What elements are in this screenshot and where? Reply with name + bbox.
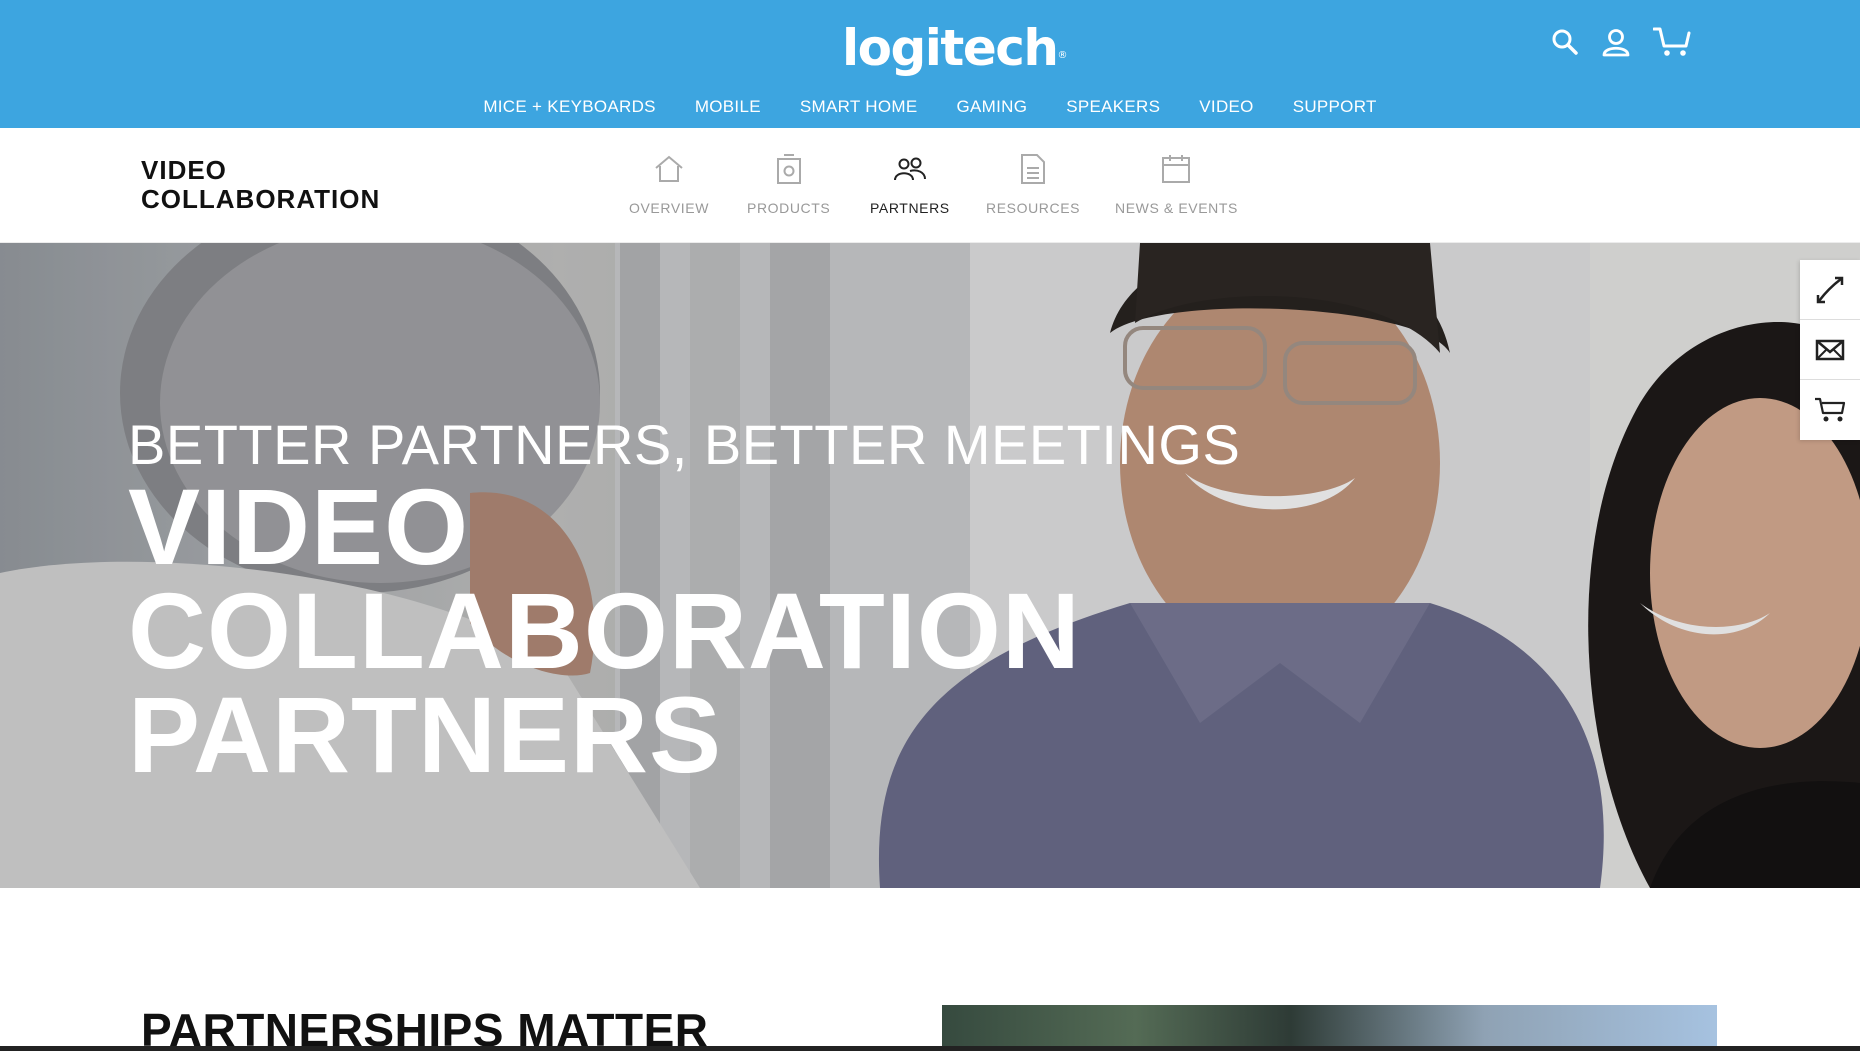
partnerships-image: [942, 1005, 1717, 1046]
hero-title-line1: VIDEO: [128, 466, 470, 587]
tab-overview-label: OVERVIEW: [629, 200, 710, 216]
logo-text: logitech: [842, 19, 1059, 77]
document-icon: [1019, 148, 1047, 190]
hero-title-line2: COLLABORATION: [128, 570, 1081, 691]
logitech-logo[interactable]: logitech®: [842, 14, 1067, 82]
account-icon[interactable]: [1596, 22, 1636, 62]
logo-registered-mark: ®: [1057, 50, 1067, 61]
section-title-line1: VIDEO: [141, 155, 227, 185]
page: logitech® MICE + KEYBOARDS MOBILE SMART …: [0, 0, 1860, 1046]
section-subnav: VIDEO COLLABORATION OVERVIEW PRODUCTS PA…: [0, 128, 1860, 243]
section-title[interactable]: VIDEO COLLABORATION: [141, 156, 380, 214]
tab-news-events-label: NEWS & EVENTS: [1115, 200, 1238, 216]
tab-overview[interactable]: OVERVIEW: [629, 148, 709, 216]
tab-resources[interactable]: RESOURCES: [986, 148, 1080, 216]
cart-icon[interactable]: [1652, 22, 1692, 62]
tab-products-label: PRODUCTS: [747, 200, 831, 216]
hero-title: VIDEO COLLABORATION PARTNERS: [128, 466, 1081, 795]
nav-support[interactable]: SUPPORT: [1293, 92, 1377, 122]
nav-mice-keyboards[interactable]: MICE + KEYBOARDS: [483, 92, 655, 122]
calendar-icon: [1160, 148, 1192, 190]
tab-resources-label: RESOURCES: [986, 200, 1081, 216]
tab-products[interactable]: PRODUCTS: [747, 148, 830, 216]
phone-icon[interactable]: [1800, 260, 1860, 320]
products-icon: [775, 148, 803, 190]
nav-speakers[interactable]: SPEAKERS: [1066, 92, 1160, 122]
tab-news-events[interactable]: NEWS & EVENTS: [1115, 148, 1238, 216]
contact-rail: [1800, 260, 1860, 440]
main-nav: MICE + KEYBOARDS MOBILE SMART HOME GAMIN…: [0, 92, 1860, 122]
home-icon: [653, 148, 685, 190]
nav-video[interactable]: VIDEO: [1199, 92, 1253, 122]
search-icon[interactable]: [1545, 22, 1585, 62]
section-title-line2: COLLABORATION: [141, 184, 381, 214]
tab-partners-label: PARTNERS: [870, 200, 950, 216]
nav-smart-home[interactable]: SMART HOME: [800, 92, 918, 122]
partners-icon: [893, 148, 927, 190]
nav-mobile[interactable]: MOBILE: [695, 92, 761, 122]
cart-icon[interactable]: [1800, 380, 1860, 440]
nav-gaming[interactable]: GAMING: [956, 92, 1027, 122]
tab-partners[interactable]: PARTNERS: [870, 148, 950, 216]
hero-title-line3: PARTNERS: [128, 674, 723, 795]
site-header: logitech® MICE + KEYBOARDS MOBILE SMART …: [0, 0, 1860, 128]
mail-icon[interactable]: [1800, 320, 1860, 380]
window-bottom-edge: [0, 1046, 1860, 1051]
partnerships-heading: PARTNERSHIPS MATTER: [141, 1004, 709, 1046]
